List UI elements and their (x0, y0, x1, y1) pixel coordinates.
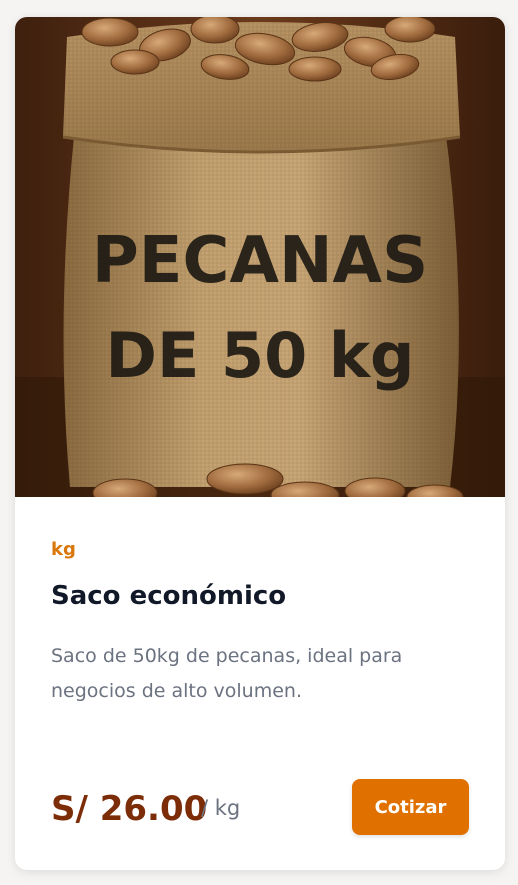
product-title: Saco económico (51, 581, 287, 611)
product-image: PECANAS DE 50 kg (15, 17, 505, 497)
sack-label-line1: PECANAS (92, 224, 428, 298)
quote-button[interactable]: Cotizar (352, 779, 469, 835)
price-unit: / kg (201, 796, 241, 820)
product-price: S/ 26.00 (51, 789, 208, 829)
unit-tag: kg (51, 539, 76, 560)
product-description: Saco de 50kg de pecanas, ideal para nego… (51, 645, 403, 702)
product-card: PECANAS DE 50 kg kg Saco económico Saco … (15, 17, 505, 870)
sack-label-line2: DE 50 kg (106, 319, 415, 392)
